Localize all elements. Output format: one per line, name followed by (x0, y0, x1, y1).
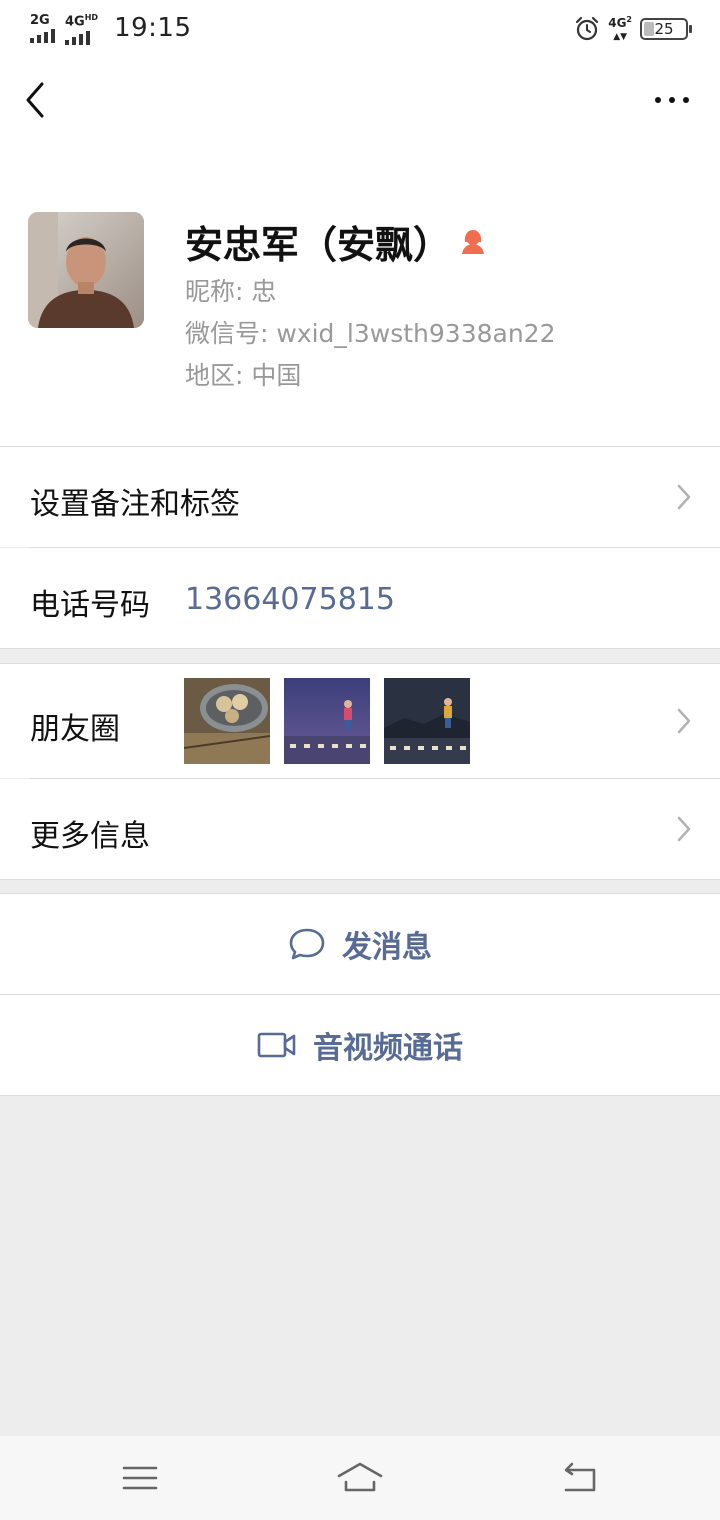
chevron-right-icon (677, 484, 691, 510)
video-call-button[interactable]: 音视频通话 (0, 995, 720, 1095)
moments-label: 朋友圈 (30, 712, 120, 747)
signal-icon (65, 30, 90, 45)
phone-label: 电话号码 (30, 588, 150, 623)
contact-name: 安忠军（安飘） (185, 223, 452, 267)
back-icon[interactable] (558, 1458, 602, 1498)
more-info-label: 更多信息 (30, 819, 150, 854)
send-message-button[interactable]: 发消息 (0, 894, 720, 994)
chevron-left-icon[interactable] (18, 78, 58, 122)
data-arrows-icon: ▲▼ (613, 32, 628, 42)
signal-4g: 4GHD (65, 11, 99, 45)
system-nav-bar (0, 1436, 720, 1520)
name-row: 安忠军（安飘） (185, 214, 487, 269)
video-camera-icon (257, 1032, 296, 1058)
status-right: 4G2 ▲▼ 25 (574, 14, 692, 43)
signal-icon (30, 28, 55, 43)
more-dots-icon[interactable] (652, 88, 692, 112)
avatar[interactable] (28, 212, 144, 328)
video-call-label: 音视频通话 (313, 1031, 463, 1066)
signal-label: 4G (65, 14, 85, 30)
remark-tags-label: 设置备注和标签 (30, 487, 240, 522)
battery-level: 25 (654, 19, 674, 38)
moment-thumbnail (384, 678, 470, 764)
network-label: 4G (608, 16, 627, 30)
status-time: 19:15 (114, 13, 192, 43)
nickname-text: 昵称: 忠 (185, 277, 277, 306)
female-icon (462, 229, 485, 254)
profile-card: 安忠军（安飘） 昵称: 忠 微信号: wxid_l3wsth9338an22 地… (0, 146, 720, 446)
moment-thumbnail (284, 678, 370, 764)
network-indicator: 4G2 ▲▼ (608, 14, 632, 43)
nav-bar (0, 56, 720, 146)
moments-row[interactable]: 朋友圈 (0, 664, 720, 778)
divider (0, 879, 720, 880)
chat-bubble-icon (289, 928, 325, 960)
network-sub: 2 (626, 15, 632, 24)
chevron-right-icon (677, 708, 691, 734)
send-message-label: 发消息 (342, 930, 432, 965)
signal-2g: 2G (30, 14, 55, 43)
phone-number[interactable]: 13664075815 (185, 582, 395, 617)
divider (0, 648, 720, 649)
avatar-photo (28, 212, 144, 328)
wechat-id-text: 微信号: wxid_l3wsth9338an22 (185, 319, 556, 348)
alarm-icon (576, 16, 599, 40)
region-text: 地区: 中国 (185, 361, 302, 390)
battery-icon: 25 (640, 17, 692, 40)
status-bar: 2G 4GHD 19:15 4G2 ▲▼ 25 (0, 0, 720, 56)
home-icon[interactable] (336, 1458, 384, 1498)
signal-hd-label: HD (84, 13, 99, 23)
signal-label: 2G (30, 12, 50, 28)
remark-tags-row[interactable]: 设置备注和标签 (0, 447, 720, 547)
menu-icon[interactable] (118, 1458, 162, 1498)
divider (0, 1095, 720, 1096)
more-info-row[interactable]: 更多信息 (0, 779, 720, 879)
chevron-right-icon (677, 816, 691, 842)
phone-row: 电话号码 13664075815 (0, 548, 720, 648)
moment-thumbnail (184, 678, 270, 764)
